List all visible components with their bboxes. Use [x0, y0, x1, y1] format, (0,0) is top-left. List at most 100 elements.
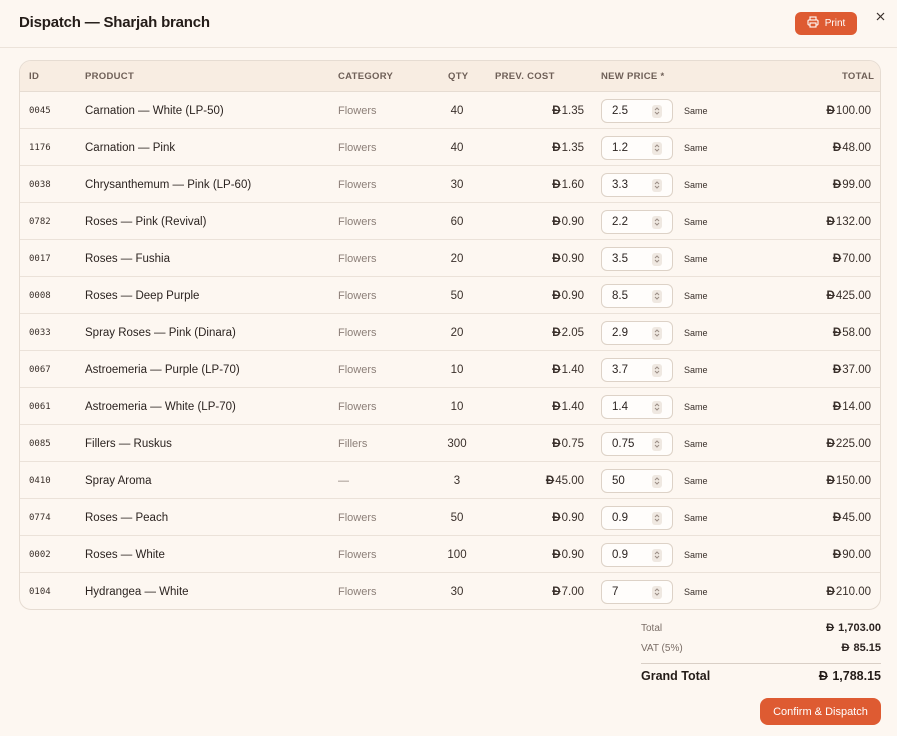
new-price-input[interactable]: 50: [601, 468, 673, 493]
dirham-icon: Đ: [826, 104, 835, 117]
grand-total-label: Grand Total: [641, 669, 711, 683]
row-product: Spray Roses — Pink (Dinara): [85, 326, 236, 339]
quantity-stepper[interactable]: [652, 252, 662, 266]
quantity-stepper[interactable]: [652, 548, 662, 562]
row-category: Flowers: [338, 548, 377, 561]
stepper-arrows-icon: [654, 255, 660, 263]
new-price-input[interactable]: 8.5: [601, 283, 673, 308]
dirham-icon: Đ: [832, 548, 842, 561]
quantity-stepper[interactable]: [652, 585, 662, 599]
quantity-stepper[interactable]: [652, 178, 662, 192]
new-price-input[interactable]: 0.9: [601, 505, 673, 530]
new-price-input[interactable]: 0.75: [601, 431, 673, 456]
new-price-value: 50: [612, 474, 625, 487]
new-price-input[interactable]: 2.5: [601, 98, 673, 123]
print-button[interactable]: Print: [795, 12, 857, 35]
row-prev-cost: Đ 0.90: [552, 215, 584, 228]
table-row: 0061 Astroemeria — White (LP-70) Flowers 10…: [20, 388, 880, 425]
row-category: Flowers: [338, 215, 377, 228]
new-price-input[interactable]: 3.7: [601, 357, 673, 382]
row-product: Carnation — White (LP-50): [85, 104, 224, 117]
row-product: Roses — Pink (Revival): [85, 215, 207, 228]
table-header: ID PRODUCT CATEGORY QTY PREV. COST NEW P…: [20, 61, 880, 92]
confirm-dispatch-button[interactable]: Confirm & Dispatch: [760, 698, 881, 725]
new-price-value: 3.5: [612, 252, 628, 265]
new-price-input[interactable]: 7: [601, 579, 673, 604]
column-header-qty: QTY: [448, 71, 469, 82]
row-qty: 20: [450, 252, 464, 265]
row-new-price: 3.7: [601, 351, 673, 388]
row-new-price: 0.9: [601, 499, 673, 536]
stepper-arrows-icon: [654, 181, 660, 189]
row-category: Flowers: [338, 252, 377, 265]
new-price-input[interactable]: 1.4: [601, 394, 673, 419]
stepper-arrows-icon: [654, 403, 660, 411]
row-qty: 40: [450, 104, 464, 117]
table-body: 0045 Carnation — White (LP-50) Flowers 40 Đ 1…: [20, 92, 880, 609]
summary-total-value: Đ 1,703.00: [826, 622, 881, 634]
new-price-value: 7: [612, 585, 619, 598]
close-button[interactable]: [873, 10, 887, 24]
row-qty: 30: [450, 178, 464, 191]
row-product: Spray Aroma: [85, 474, 152, 487]
quantity-stepper[interactable]: [652, 326, 662, 340]
table-row: 0410 Spray Aroma — 3 Đ 45.00 50 Same Đ 150.00: [20, 462, 880, 499]
row-id: 1176: [29, 142, 51, 153]
new-price-value: 0.9: [612, 511, 628, 524]
row-total: Đ 225.00: [826, 437, 872, 450]
dirham-icon: Đ: [545, 474, 555, 487]
row-id: 0085: [29, 438, 51, 449]
quantity-stepper[interactable]: [652, 474, 662, 488]
row-price-change: Same: [684, 512, 708, 523]
new-price-input[interactable]: 1.2: [601, 135, 673, 160]
new-price-input[interactable]: 0.9: [601, 542, 673, 567]
dispatch-table: ID PRODUCT CATEGORY QTY PREV. COST NEW P…: [19, 60, 881, 610]
quantity-stepper[interactable]: [652, 104, 662, 118]
column-header-total: TOTAL: [842, 71, 875, 82]
row-id: 0038: [29, 179, 51, 190]
quantity-stepper[interactable]: [652, 363, 662, 377]
row-price-change: Same: [684, 179, 708, 190]
new-price-input[interactable]: 3.3: [601, 172, 673, 197]
row-prev-cost: Đ 0.75: [552, 437, 584, 450]
table-row: 0104 Hydrangea — White Flowers 30 Đ 7.00 7 Same…: [20, 573, 880, 609]
dirham-icon: Đ: [552, 363, 561, 376]
new-price-input[interactable]: 2.2: [601, 209, 673, 234]
row-qty: 40: [450, 141, 464, 154]
quantity-stepper[interactable]: [652, 437, 662, 451]
row-qty: 10: [450, 400, 464, 413]
dialog-title: Dispatch — Sharjah branch: [19, 14, 210, 31]
table-row: 0002 Roses — White Flowers 100 Đ 0.90 0.9 Same Đ…: [20, 536, 880, 573]
row-total: Đ 37.00: [832, 363, 871, 376]
row-price-change: Same: [684, 142, 708, 153]
new-price-input[interactable]: 2.9: [601, 320, 673, 345]
quantity-stepper[interactable]: [652, 215, 662, 229]
row-new-price: 3.3: [601, 166, 673, 203]
dirham-icon: Đ: [826, 622, 835, 634]
dirham-icon: Đ: [826, 585, 835, 598]
row-new-price: 2.9: [601, 314, 673, 351]
row-product: Roses — White: [85, 548, 165, 561]
row-id: 0061: [29, 401, 51, 412]
column-header-product: PRODUCT: [85, 71, 135, 82]
column-header-prev-cost: PREV. COST: [495, 71, 555, 82]
row-price-change: Same: [684, 475, 708, 486]
quantity-stepper[interactable]: [652, 289, 662, 303]
dirham-icon: Đ: [552, 252, 561, 265]
summary-vat-label: VAT (5%): [641, 642, 683, 654]
dirham-icon: Đ: [826, 289, 835, 302]
column-header-category: CATEGORY: [338, 71, 394, 82]
quantity-stepper[interactable]: [652, 141, 662, 155]
quantity-stepper[interactable]: [652, 400, 662, 414]
new-price-value: 2.2: [612, 215, 628, 228]
row-category: Flowers: [338, 511, 377, 524]
summary-total-row: Total Đ 1,703.00: [641, 622, 881, 634]
row-qty: 50: [450, 511, 464, 524]
row-new-price: 1.4: [601, 388, 673, 425]
row-new-price: 0.75: [601, 425, 673, 462]
new-price-value: 3.7: [612, 363, 628, 376]
quantity-stepper[interactable]: [652, 511, 662, 525]
table-row: 0085 Fillers — Ruskus Fillers 300 Đ 0.75 0.75 S…: [20, 425, 880, 462]
new-price-input[interactable]: 3.5: [601, 246, 673, 271]
dirham-icon: Đ: [832, 141, 842, 154]
